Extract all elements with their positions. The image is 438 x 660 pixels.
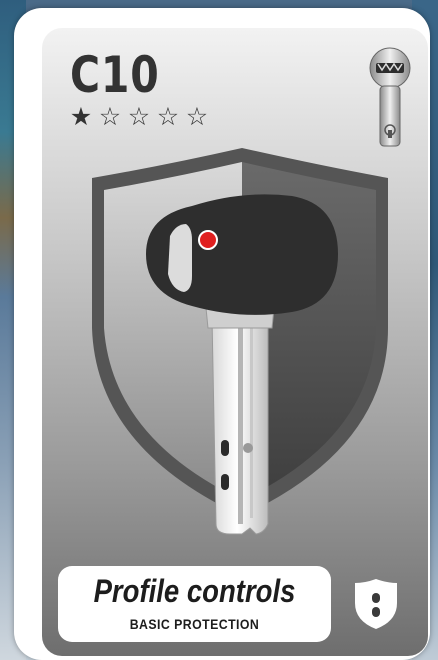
star-empty-icon: ☆ <box>98 103 122 131</box>
card-face: C10 ★ ☆ ☆ ☆ ☆ Profile controls BASIC PRO… <box>42 28 428 656</box>
feature-subtitle: BASIC PROTECTION <box>129 616 260 632</box>
star-empty-icon: ☆ <box>185 103 209 131</box>
feature-label: Profile controls BASIC PROTECTION <box>58 566 331 642</box>
indicator-dot <box>198 230 218 250</box>
star-empty-icon: ☆ <box>156 103 180 131</box>
feature-title: Profile controls <box>93 573 296 609</box>
star-filled-icon: ★ <box>69 103 93 131</box>
lock-cylinder-icon <box>369 47 411 147</box>
shield-badge <box>338 566 414 642</box>
star-empty-icon: ☆ <box>127 103 151 131</box>
security-rating: ★ ☆ ☆ ☆ ☆ <box>68 104 210 130</box>
shield-badge-icon <box>355 579 397 629</box>
product-code: C10 <box>70 46 160 104</box>
product-card[interactable]: C10 ★ ☆ ☆ ☆ ☆ Profile controls BASIC PRO… <box>14 8 430 660</box>
